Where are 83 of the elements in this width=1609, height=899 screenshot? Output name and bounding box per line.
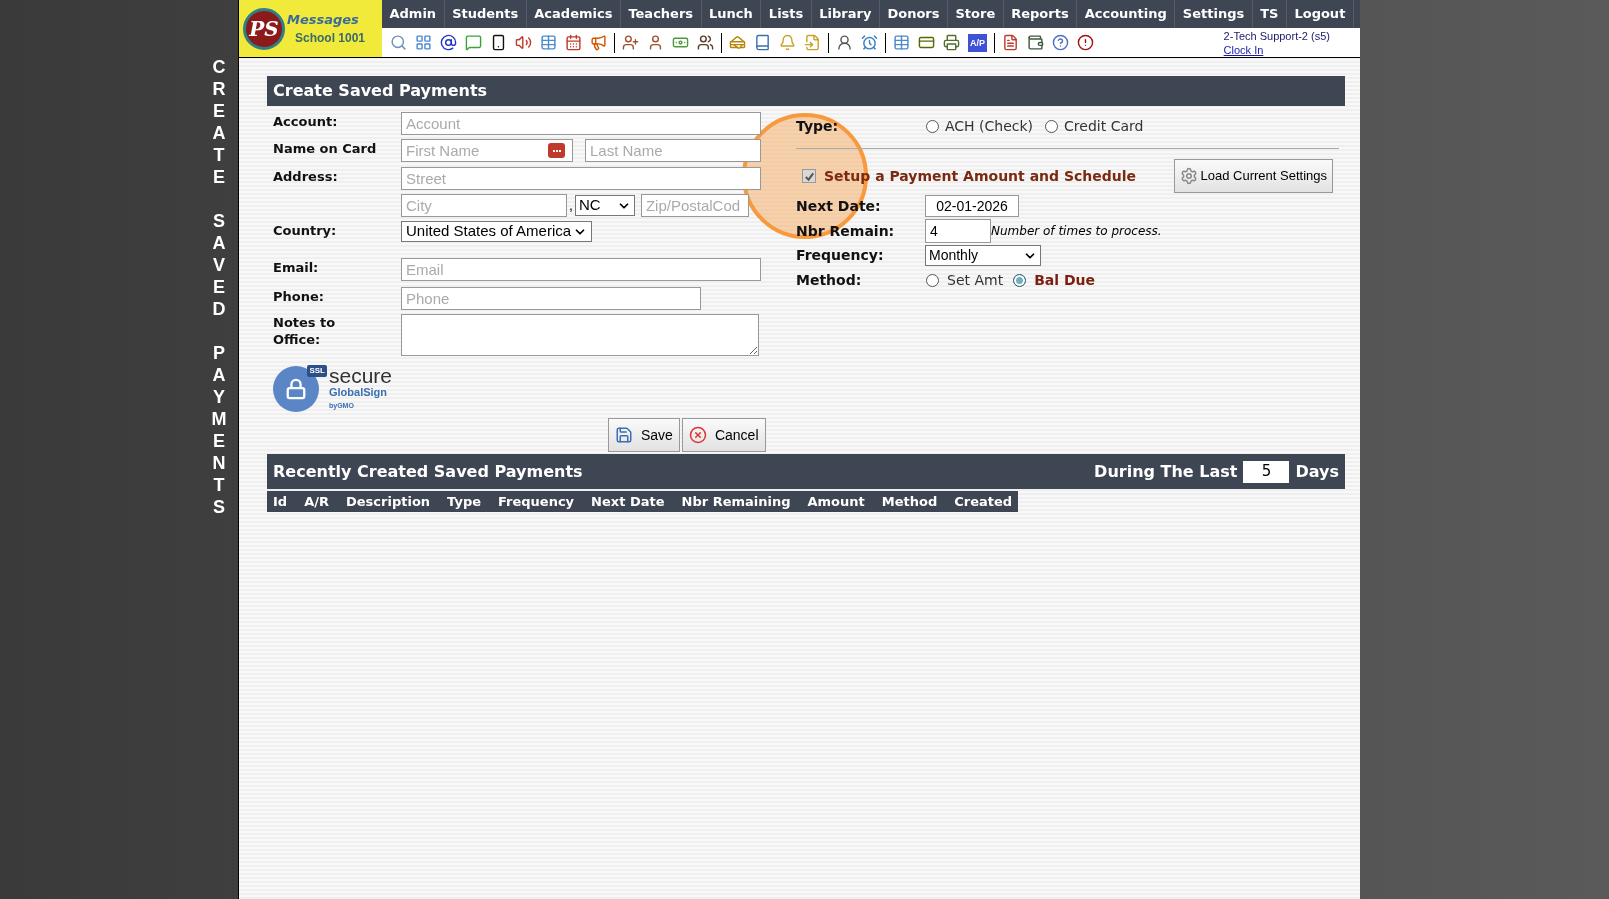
state-select[interactable]: NC — [574, 195, 635, 216]
field-label: Type: — [796, 116, 840, 136]
field-label: Address: — [273, 168, 339, 186]
first-name-field[interactable]: First Name — [401, 139, 573, 162]
gear-icon — [1179, 167, 1198, 185]
column-header[interactable]: Type — [444, 492, 484, 512]
field-label: Frequency: — [796, 246, 885, 265]
section-title: Recently Created Saved Payments — [273, 460, 583, 483]
notes-field[interactable] — [401, 314, 759, 356]
spreadsheet-icon[interactable] — [893, 34, 910, 51]
radio-button[interactable] — [1013, 273, 1027, 287]
speaker-icon[interactable] — [515, 34, 532, 51]
field-label: Next Date: — [796, 196, 882, 216]
page-title: CREATE SAVED PAYMENTS — [210, 58, 228, 519]
days-unit: Days — [1295, 460, 1339, 483]
field-label: Country: — [273, 222, 338, 240]
column-header[interactable]: Description — [343, 492, 434, 512]
column-header[interactable]: Nbr Remaining — [678, 492, 794, 512]
nbr-remain-field[interactable]: 4 — [925, 219, 991, 243]
password-manager-icon[interactable] — [548, 143, 565, 158]
radio-button[interactable] — [926, 273, 939, 287]
next-date-field[interactable]: 02-01-2026 — [925, 195, 1019, 217]
clock-in-link[interactable]: Clock In — [1223, 42, 1330, 57]
radio-label: Set Amt — [947, 270, 1004, 290]
section-header: Create Saved Payments — [267, 76, 1345, 106]
field-label: Notes to Office: — [273, 314, 337, 349]
phone-icon[interactable] — [490, 34, 507, 51]
days-label: During The Last — [1094, 460, 1238, 483]
save-button[interactable]: Save — [608, 418, 680, 452]
field-label: Account: — [273, 113, 339, 131]
radio-label: Bal Due — [1034, 270, 1096, 290]
column-header[interactable]: Id — [270, 492, 291, 512]
field-label: Nbr Remain: — [796, 221, 896, 241]
user-name: 2-Tech Support-2 (s5) — [1223, 28, 1330, 43]
street-field[interactable]: Street — [401, 167, 761, 190]
zip-field[interactable]: Zip/PostalCod — [640, 194, 749, 217]
grid-icon[interactable] — [415, 34, 432, 51]
cancel-button[interactable]: Cancel — [681, 418, 766, 452]
last-name-field[interactable]: Last Name — [585, 139, 761, 162]
card-icon[interactable] — [918, 34, 935, 51]
book-icon[interactable] — [754, 34, 771, 51]
column-header[interactable]: Created — [951, 492, 1016, 512]
phone-field[interactable]: Phone — [401, 287, 701, 310]
field-label: Email: — [273, 259, 320, 277]
users-icon[interactable] — [697, 34, 714, 51]
check-icon — [803, 170, 815, 182]
field-label: Name on Card — [273, 140, 378, 158]
chat-bubble-icon[interactable] — [465, 34, 482, 51]
account-field[interactable]: Account — [401, 112, 761, 135]
printer-icon[interactable] — [943, 34, 960, 51]
radio-label: ACH (Check) — [945, 116, 1034, 136]
frequency-select[interactable]: Monthly — [925, 245, 1041, 266]
pdf-icon[interactable] — [1002, 34, 1019, 51]
alert-icon[interactable] — [1077, 34, 1094, 51]
days-field[interactable]: 5 — [1243, 460, 1290, 483]
table-icon[interactable] — [540, 34, 557, 51]
column-header[interactable]: Next Date — [588, 492, 668, 512]
ap-icon[interactable]: A/P — [968, 33, 987, 52]
country-select[interactable]: United States of America — [401, 221, 593, 242]
search-icon[interactable] — [390, 34, 407, 51]
column-header[interactable]: Amount — [804, 492, 868, 512]
calendar-icon[interactable] — [565, 34, 582, 51]
user-icon[interactable] — [647, 34, 664, 51]
radio-button[interactable] — [1045, 119, 1059, 133]
load-settings-button[interactable]: Load Current Settings — [1173, 159, 1333, 193]
hint-text: Number of times to process. — [991, 223, 1162, 240]
alarm-clock-icon[interactable] — [861, 34, 878, 51]
person-icon[interactable] — [836, 34, 853, 51]
field-label: Phone: — [273, 288, 325, 306]
email-field[interactable]: Email — [401, 258, 761, 281]
at-sign-icon[interactable] — [440, 34, 457, 51]
help-icon[interactable] — [1052, 34, 1069, 51]
radio-button[interactable] — [926, 119, 939, 133]
radio-label: Credit Card — [1064, 116, 1144, 136]
city-field[interactable]: City — [401, 194, 567, 217]
close-icon — [688, 426, 707, 444]
column-header[interactable]: Frequency — [495, 492, 578, 512]
column-header[interactable]: Method — [878, 492, 941, 512]
column-header[interactable]: A/R — [301, 492, 332, 512]
comma: , — [569, 196, 573, 215]
megaphone-icon[interactable] — [590, 34, 607, 51]
user-add-icon[interactable] — [622, 34, 639, 51]
field-label: Method: — [796, 270, 863, 290]
